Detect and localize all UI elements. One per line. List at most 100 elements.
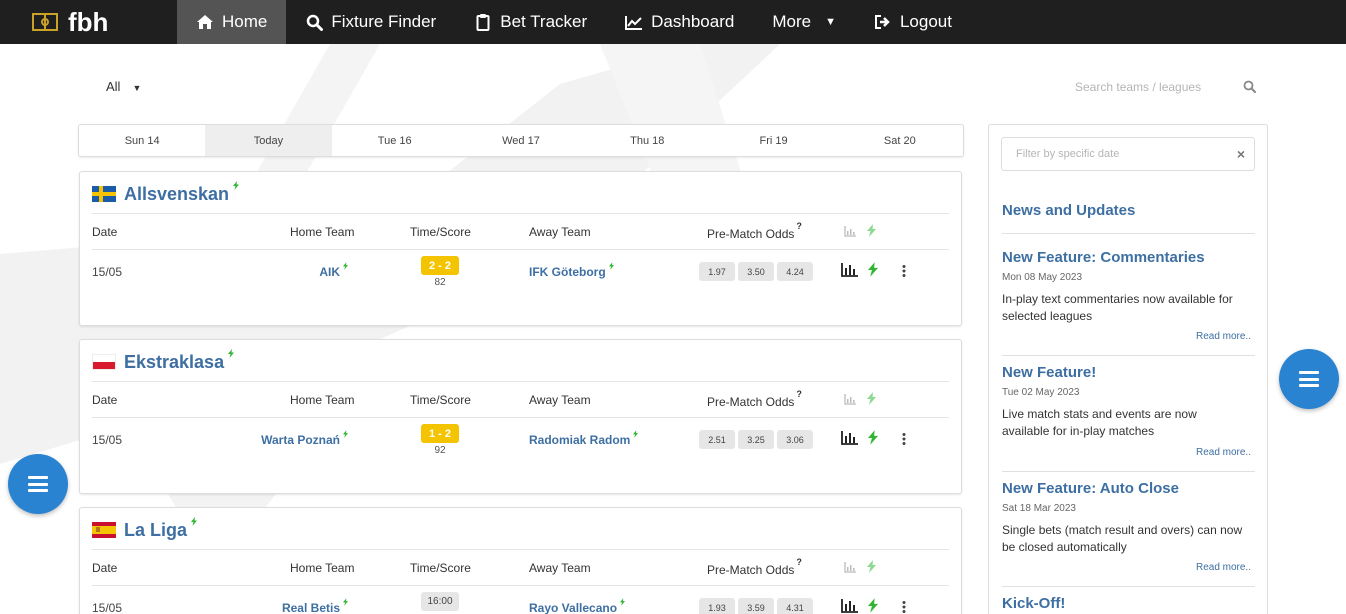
- odds-help-icon[interactable]: ?: [796, 557, 802, 567]
- col-header-away: Away Team: [529, 393, 591, 407]
- read-more-link[interactable]: Read more..: [1196, 562, 1251, 573]
- date-tab-wed-17[interactable]: Wed 17: [458, 125, 584, 156]
- home-team-name: Warta Poznań: [261, 433, 340, 447]
- league-name[interactable]: La Liga: [124, 520, 187, 541]
- live-events-icon[interactable]: [868, 598, 878, 614]
- nav-logout[interactable]: Logout: [855, 0, 971, 44]
- live-header-icon: [867, 392, 876, 410]
- col-header-odds: Pre-Match Odds?: [707, 389, 802, 409]
- col-header-away: Away Team: [529, 561, 591, 575]
- nav-logout-label: Logout: [899, 12, 952, 31]
- nav-fixture-finder[interactable]: Fixture Finder: [286, 0, 455, 44]
- logout-icon: [874, 13, 892, 31]
- date-tab-sat-20[interactable]: Sat 20: [837, 125, 963, 156]
- odds-help-icon[interactable]: ?: [796, 221, 802, 231]
- caret-down-icon: ▼: [132, 83, 142, 93]
- right-menu-button[interactable]: [1279, 349, 1339, 409]
- kickoff-time[interactable]: 16:00: [421, 592, 459, 611]
- stats-header-icon: [844, 392, 857, 410]
- more-options-icon[interactable]: [901, 432, 907, 450]
- date-tab-sun-14[interactable]: Sun 14: [79, 125, 205, 156]
- live-score[interactable]: 1 - 2: [421, 424, 459, 443]
- away-team[interactable]: IFK Göteborg: [529, 262, 614, 279]
- odds-home[interactable]: 2.51: [699, 430, 735, 449]
- date-tab-today[interactable]: Today: [205, 125, 332, 156]
- home-icon: [196, 13, 214, 31]
- sweden-flag-icon: [92, 186, 116, 202]
- news-item-title[interactable]: Kick-Off!: [1002, 595, 1065, 612]
- stats-icon[interactable]: [841, 599, 859, 614]
- odds-draw[interactable]: 3.59: [738, 598, 774, 614]
- nav-more-label: More: [772, 12, 812, 31]
- col-header-date: Date: [92, 225, 118, 239]
- news-item-title[interactable]: New Feature!: [1002, 364, 1096, 381]
- more-options-icon[interactable]: [901, 264, 907, 282]
- home-team[interactable]: Real Betis: [282, 598, 348, 614]
- clear-filter-button[interactable]: ×: [1237, 146, 1245, 162]
- more-options-icon[interactable]: [901, 600, 907, 614]
- odds-draw[interactable]: 3.50: [738, 262, 774, 281]
- logo[interactable]: fbh: [0, 0, 177, 44]
- date-tab-tue-16[interactable]: Tue 16: [332, 125, 458, 156]
- search-icon[interactable]: [1243, 80, 1256, 98]
- odds-away[interactable]: 3.06: [777, 430, 813, 449]
- odds-help-icon[interactable]: ?: [796, 389, 802, 399]
- odds-away[interactable]: 4.31: [777, 598, 813, 614]
- live-events-icon[interactable]: [868, 262, 878, 282]
- away-team[interactable]: Rayo Vallecano: [529, 598, 626, 614]
- news-item-body: In-play text commentaries now available …: [1002, 292, 1233, 323]
- league-filter-value: All: [106, 79, 121, 94]
- odds-home[interactable]: 1.93: [699, 598, 735, 614]
- stats-header-icon: [844, 560, 857, 578]
- league-header: Allsvenskan: [92, 181, 240, 205]
- odds-draw[interactable]: 3.25: [738, 430, 774, 449]
- news-item-body: Live match stats and events are now avai…: [1002, 407, 1197, 438]
- divider: [1002, 233, 1255, 234]
- live-score[interactable]: 2 - 2: [421, 256, 459, 275]
- home-team[interactable]: Warta Poznań: [261, 430, 348, 447]
- odds-away[interactable]: 4.24: [777, 262, 813, 281]
- news-item-title[interactable]: New Feature: Commentaries: [1002, 249, 1205, 266]
- search-icon: [305, 13, 323, 31]
- live-bolt-icon: [633, 427, 639, 441]
- league-name[interactable]: Allsvenskan: [124, 184, 229, 205]
- away-team-name: IFK Göteborg: [529, 265, 606, 279]
- news-item-date: Mon 08 May 2023: [1002, 272, 1083, 283]
- stats-icon[interactable]: [841, 431, 859, 450]
- stats-header-icon: [844, 224, 857, 242]
- read-more-link[interactable]: Read more..: [1196, 447, 1251, 458]
- live-events-icon[interactable]: [868, 430, 878, 450]
- news-item-title[interactable]: New Feature: Auto Close: [1002, 480, 1179, 497]
- date-tab-fri-19[interactable]: Fri 19: [710, 125, 836, 156]
- date-filter-input[interactable]: [1016, 148, 1216, 160]
- nav-more[interactable]: More ▼: [753, 0, 855, 44]
- league-filter-dropdown[interactable]: All ▼: [106, 79, 141, 94]
- live-header-icon: [867, 560, 876, 578]
- divider: [92, 249, 949, 250]
- nav-dashboard[interactable]: Dashboard: [606, 0, 753, 44]
- match-date: 15/05: [92, 601, 123, 614]
- league-name[interactable]: Ekstraklasa: [124, 352, 224, 373]
- away-team[interactable]: Radomiak Radom: [529, 430, 639, 447]
- divider: [1002, 471, 1255, 472]
- league-card-allsvenskan: Allsvenskan Date Home Team Time/Score Aw…: [79, 171, 962, 326]
- league-card-la-liga: La Liga Date Home Team Time/Score Away T…: [79, 507, 962, 614]
- date-tab-thu-18[interactable]: Thu 18: [584, 125, 710, 156]
- team-search-input[interactable]: [1075, 80, 1235, 94]
- col-header-home: Home Team: [290, 225, 355, 239]
- hamburger-icon: [28, 476, 48, 492]
- nav-bet-tracker[interactable]: Bet Tracker: [455, 0, 606, 44]
- col-header-odds-label: Pre-Match Odds: [707, 395, 795, 409]
- col-header-odds-label: Pre-Match Odds: [707, 227, 795, 241]
- left-menu-button[interactable]: [8, 454, 68, 514]
- stats-icon[interactable]: [841, 263, 859, 282]
- read-more-link[interactable]: Read more..: [1196, 331, 1251, 342]
- odds-home[interactable]: 1.97: [699, 262, 735, 281]
- nav-dashboard-label: Dashboard: [651, 12, 735, 31]
- nav-home[interactable]: Home: [177, 0, 287, 44]
- col-header-time: Time/Score: [410, 225, 471, 239]
- caret-down-icon: ▼: [825, 16, 836, 28]
- divider: [92, 417, 949, 418]
- live-bolt-icon: [343, 259, 348, 273]
- home-team[interactable]: AIK: [319, 262, 348, 279]
